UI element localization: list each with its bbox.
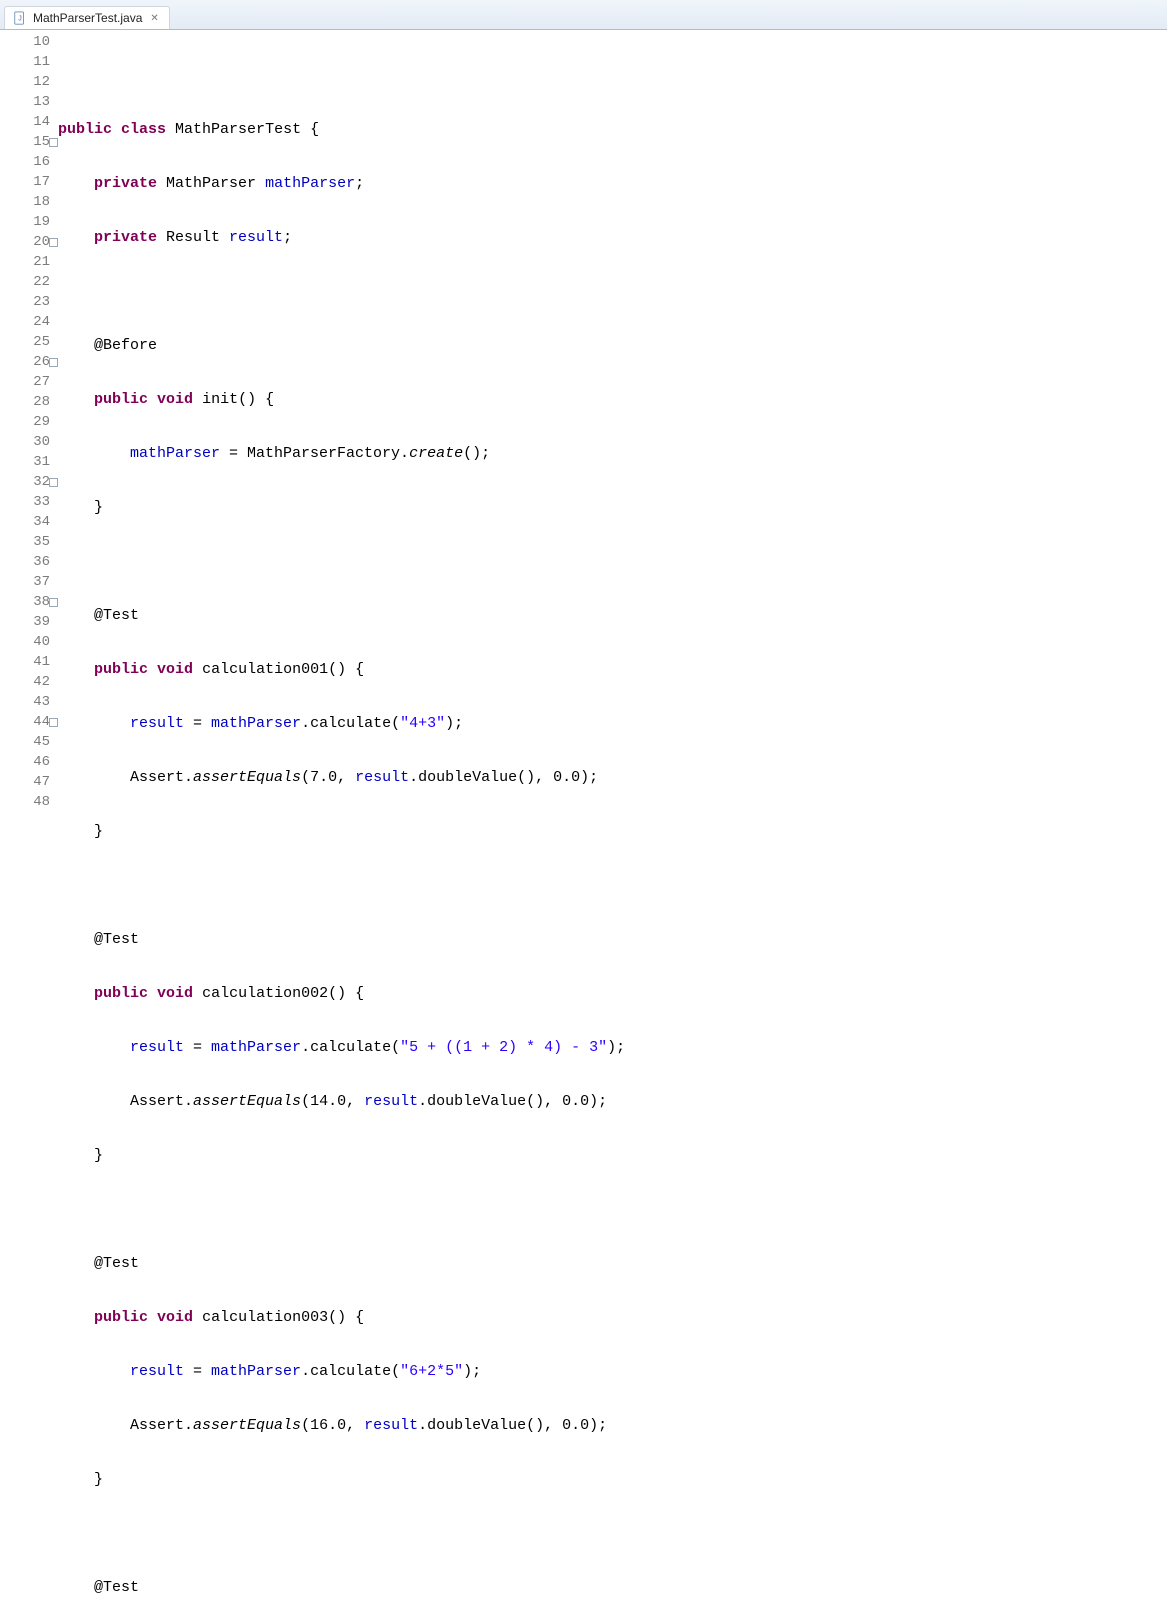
line-number: 30 [0, 432, 58, 452]
line-number: 29 [0, 412, 58, 432]
code-line[interactable]: public void init() { [58, 390, 1167, 410]
code-line[interactable]: public void calculation001() { [58, 660, 1167, 680]
line-number-fold[interactable]: 15 [0, 132, 58, 152]
line-number: 25 [0, 332, 58, 352]
line-number: 36 [0, 552, 58, 572]
line-number: 10 [0, 32, 58, 52]
line-number: 31 [0, 452, 58, 472]
line-number-fold[interactable]: 32 [0, 472, 58, 492]
code-line[interactable] [58, 552, 1167, 572]
line-number: 45 [0, 732, 58, 752]
code-line[interactable] [58, 1524, 1167, 1544]
editor-tab-bar: J MathParserTest.java ✕ [0, 0, 1167, 30]
line-number-fold[interactable]: 26 [0, 352, 58, 372]
code-line[interactable]: @Test [58, 1578, 1167, 1598]
line-number: 23 [0, 292, 58, 312]
code-line[interactable]: result = mathParser.calculate("5 + ((1 +… [58, 1038, 1167, 1058]
line-number: 37 [0, 572, 58, 592]
line-number: 16 [0, 152, 58, 172]
line-number-fold[interactable]: 20 [0, 232, 58, 252]
line-number: 12 [0, 72, 58, 92]
line-number: 17 [0, 172, 58, 192]
code-line[interactable]: } [58, 1470, 1167, 1490]
code-line[interactable]: @Test [58, 1254, 1167, 1274]
line-number: 39 [0, 612, 58, 632]
line-number: 22 [0, 272, 58, 292]
svg-text:J: J [18, 16, 22, 23]
code-text-area[interactable]: public class MathParserTest { private Ma… [58, 30, 1167, 1604]
line-number-gutter: 10 11 12 13 14 15 16 17 18 19 20 21 22 2… [0, 30, 58, 1604]
code-line[interactable]: Assert.assertEquals(7.0, result.doubleVa… [58, 768, 1167, 788]
code-line[interactable]: private Result result; [58, 228, 1167, 248]
java-file-icon: J [13, 11, 27, 25]
code-line[interactable]: private MathParser mathParser; [58, 174, 1167, 194]
line-number: 43 [0, 692, 58, 712]
code-line[interactable]: result = mathParser.calculate("4+3"); [58, 714, 1167, 734]
line-number: 33 [0, 492, 58, 512]
line-number: 41 [0, 652, 58, 672]
line-number: 11 [0, 52, 58, 72]
code-line[interactable] [58, 1200, 1167, 1220]
line-number: 18 [0, 192, 58, 212]
code-line[interactable]: @Test [58, 606, 1167, 626]
code-line[interactable]: Assert.assertEquals(16.0, result.doubleV… [58, 1416, 1167, 1436]
line-number: 40 [0, 632, 58, 652]
code-line[interactable]: mathParser = MathParserFactory.create(); [58, 444, 1167, 464]
code-line[interactable]: result = mathParser.calculate("6+2*5"); [58, 1362, 1167, 1382]
line-number: 47 [0, 772, 58, 792]
code-line[interactable]: Assert.assertEquals(14.0, result.doubleV… [58, 1092, 1167, 1112]
line-number: 21 [0, 252, 58, 272]
line-number-fold[interactable]: 38 [0, 592, 58, 612]
code-line[interactable]: @Test [58, 930, 1167, 950]
line-number: 13 [0, 92, 58, 112]
tab-close-button[interactable]: ✕ [148, 13, 160, 24]
line-number: 48 [0, 792, 58, 812]
line-number-fold[interactable]: 44 [0, 712, 58, 732]
code-line[interactable]: public class MathParserTest { [58, 120, 1167, 140]
code-line[interactable]: } [58, 1146, 1167, 1166]
line-number: 27 [0, 372, 58, 392]
code-line[interactable]: } [58, 822, 1167, 842]
line-number: 19 [0, 212, 58, 232]
line-number: 14 [0, 112, 58, 132]
code-line[interactable]: public void calculation003() { [58, 1308, 1167, 1328]
code-line[interactable] [58, 66, 1167, 86]
editor-tab-active[interactable]: J MathParserTest.java ✕ [4, 6, 170, 29]
line-number: 46 [0, 752, 58, 772]
code-line[interactable]: public void calculation002() { [58, 984, 1167, 1004]
line-number: 42 [0, 672, 58, 692]
line-number: 34 [0, 512, 58, 532]
line-number: 24 [0, 312, 58, 332]
code-line[interactable] [58, 876, 1167, 896]
code-line[interactable]: @Before [58, 336, 1167, 356]
line-number: 28 [0, 392, 58, 412]
code-line[interactable]: } [58, 498, 1167, 518]
line-number: 35 [0, 532, 58, 552]
tab-filename: MathParserTest.java [33, 11, 142, 25]
code-line[interactable] [58, 282, 1167, 302]
editor-area: 10 11 12 13 14 15 16 17 18 19 20 21 22 2… [0, 30, 1167, 1604]
